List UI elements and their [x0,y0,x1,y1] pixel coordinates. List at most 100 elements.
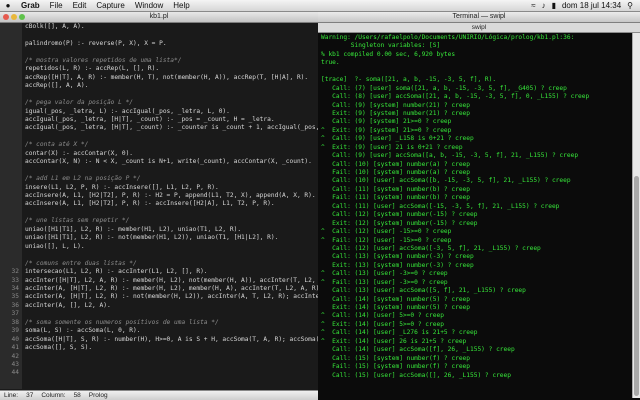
terminal-line: ^ Exit: (14) [user] 5>=0 ? creep [321,320,444,328]
code-line[interactable] [0,48,318,56]
zoom-icon[interactable] [19,14,25,20]
editor-title: kb1.pl [149,13,169,20]
menu-capture[interactable]: Capture [91,1,129,10]
code-text: insere(L1, L2, P, R) :- accInsere([], L1… [25,183,219,191]
code-text: accIgual(_pos, _letra, [H|T], _count) :-… [25,115,275,123]
code-line[interactable]: 38 /* soma somente os numeros positivos d… [0,319,318,327]
code-area[interactable]: cBolk([], A, A). palindromo(P) :- reverse… [0,23,318,389]
terminal-line: ^ Call: (14) [user] 5>=0 ? creep [321,312,444,320]
code-line[interactable]: uniao([], L, L). [0,243,318,251]
code-line[interactable]: /* mostra valores repetidos de uma lista… [0,57,318,65]
code-text: intersecao(L1, L2, R) :- accInter(L1, L2… [25,268,208,276]
terminal-line: Call: (10) [user] accSoma([b, -15, -3, 5… [321,177,571,185]
terminal-line: Call: (12) [user] accSoma([-3, 5, f], 21… [321,244,541,252]
terminal-line: Call: (13) [system] number(-3) ? creep [321,253,474,261]
code-line[interactable]: 41 accSoma([], S, S). [0,344,318,352]
terminal-line: Exit: (12) [system] number(-15) ? creep [321,219,478,227]
code-line[interactable]: repetidos(L, R) :- accRep(L, [], R). [0,65,318,73]
code-line[interactable]: palindromo(P) :- reverse(P, X), X = P. [0,40,318,48]
menu-bar: ● Grab File Edit Capture Window Help ≈ ♪… [0,0,640,12]
terminal-line: Call: (11) [system] number(b) ? creep [321,185,471,193]
code-line[interactable]: accIgual(_pos, _letra, [H|T], _count) :-… [0,124,318,132]
line-number: 32 [11,268,19,276]
minimize-icon[interactable] [11,14,17,20]
terminal-line: Exit: (13) [system] number(-3) ? creep [321,261,474,269]
close-icon[interactable] [3,14,9,20]
apple-menu-icon[interactable]: ● [0,1,16,10]
code-comment: /* soma somente os numeros positivos de … [25,318,219,326]
code-line[interactable]: insere(L1, L2, P, R) :- accInsere([], L1… [0,184,318,192]
code-line[interactable]: accRep([], A, A). [0,82,318,90]
code-line[interactable]: accIgual(_pos, _letra, [H|T], _count) :-… [0,116,318,124]
line-number: 43 [11,361,19,368]
code-line[interactable] [0,31,318,39]
code-line[interactable]: /* conta até X */ [0,141,318,149]
terminal-output[interactable]: Warning: /Users/rafaelpolo/Documents/UNI… [321,34,631,398]
terminal-tab[interactable]: swipl [318,23,640,33]
code-line[interactable]: accRep([H|T], A, R) :- member(H, T), not… [0,74,318,82]
code-line[interactable]: /* pega valor da posição L */ [0,99,318,107]
scrollbar-thumb[interactable] [634,176,639,396]
terminal-line: Call: (13) [user] accSoma([5, f], 21, _L… [321,287,526,295]
code-text: uniao([H1|T1], L2, R) :- not(member(H1, … [25,234,279,242]
code-line[interactable]: 40 accSoma([H|T], S, R) :- number(H), H>=… [0,336,318,344]
wifi-icon[interactable]: ≈ [528,1,538,10]
code-line[interactable]: cBolk([], A, A). [0,23,318,31]
line-number: 39 [11,327,19,335]
code-line[interactable]: 44 [0,369,318,377]
battery-icon[interactable]: ▮ [549,1,559,10]
terminal-line: Call: (9) [system] 21>=0 ? creep [321,118,452,126]
code-line[interactable]: 34 accInter(A, [H|T], L2, R) :- member(H,… [0,285,318,293]
code-line[interactable]: 43 [0,361,318,369]
code-text: accRep([H|T], A, R) :- member(H, T), not… [25,73,309,81]
terminal-window: Terminal — swipl swipl Warning: /Users/r… [318,12,640,400]
menu-window[interactable]: Window [130,1,168,10]
terminal-line: Call: (15) [system] number(f) ? creep [321,354,471,362]
code-line[interactable]: contar(X) :- accContar(X, 0). [0,150,318,158]
code-line[interactable]: 35 accInter(A, [H|T], L2, R) :- not(membe… [0,293,318,301]
terminal-line: ^ Call: (12) [user] -15>=0 ? creep [321,228,452,236]
terminal-line: % kb1 compiled 0.00 sec, 6,920 bytes [321,50,456,58]
code-line[interactable]: 33 accInter([H|T], L2, A, R) :- member(H,… [0,277,318,285]
code-line[interactable]: /* add L1 em L2 na posição P */ [0,175,318,183]
code-line[interactable]: 32 intersecao(L1, L2, R) :- accInter(L1, … [0,268,318,276]
code-line[interactable]: 37 [0,310,318,318]
code-line[interactable]: /* une listas sem repetir */ [0,217,318,225]
volume-icon[interactable]: ♪ [539,1,549,10]
code-line[interactable]: 36 accInter(A, [], L2, A). [0,302,318,310]
code-line[interactable]: accContar(X, N) :- N < X, _count is N+1,… [0,158,318,166]
line-label: Line: [4,392,19,399]
menu-help[interactable]: Help [168,1,194,10]
menu-file[interactable]: File [45,1,68,10]
terminal-line: Call: (7) [user] soma([21, a, b, -15, -3… [321,84,567,92]
terminal-line: Fail: (10) [system] number(a) ? creep [321,169,471,176]
code-comment: /* mostra valores repetidos de uma lista… [25,56,182,64]
code-line[interactable]: /* comuns entre duas listas */ [0,260,318,268]
code-line[interactable]: accInsere(A, L1, [H2|T2], P, R) :- accIn… [0,200,318,208]
code-line[interactable]: igual(_pos, _letra, L) :- accIgual(_pos,… [0,108,318,116]
terminal-line: true. [321,59,340,67]
code-line[interactable]: 42 [0,353,318,361]
code-line[interactable] [0,209,318,217]
terminal-scrollbar[interactable] [632,33,640,398]
line-number: 42 [11,352,19,360]
code-line[interactable]: accInsere(A, L1, [H2|T2], P, R) :- H2 = … [0,192,318,200]
code-line[interactable]: 39 soma(L, S) :- accSoma(L, 0, R). [0,327,318,335]
code-line[interactable] [0,91,318,99]
spotlight-icon[interactable]: ⚲ [624,1,636,10]
clock[interactable]: dom 18 jul 14:34 [559,1,624,10]
language-selector[interactable]: Prolog [89,392,108,399]
code-line[interactable] [0,167,318,175]
code-line[interactable] [0,133,318,141]
code-line[interactable]: uniao([H1|T1], L2, R) :- not(member(H1, … [0,234,318,242]
code-text: accInter(A, [], L2, A). [25,301,111,309]
code-line[interactable]: uniao([H1|T1], L2, R) :- member(H1, L2),… [0,226,318,234]
editor-titlebar[interactable]: kb1.pl [0,12,318,23]
terminal-line: Exit: (9) [system] number(21) ? creep [321,109,471,117]
menu-app-name[interactable]: Grab [16,1,45,10]
terminal-line: ^ Fail: (12) [user] -15>=0 ? creep [321,236,452,244]
menu-edit[interactable]: Edit [68,1,92,10]
terminal-line: ^ Call: (13) [user] -3>=0 ? creep [321,270,448,278]
terminal-titlebar[interactable]: Terminal — swipl [318,12,640,23]
code-line[interactable] [0,251,318,259]
